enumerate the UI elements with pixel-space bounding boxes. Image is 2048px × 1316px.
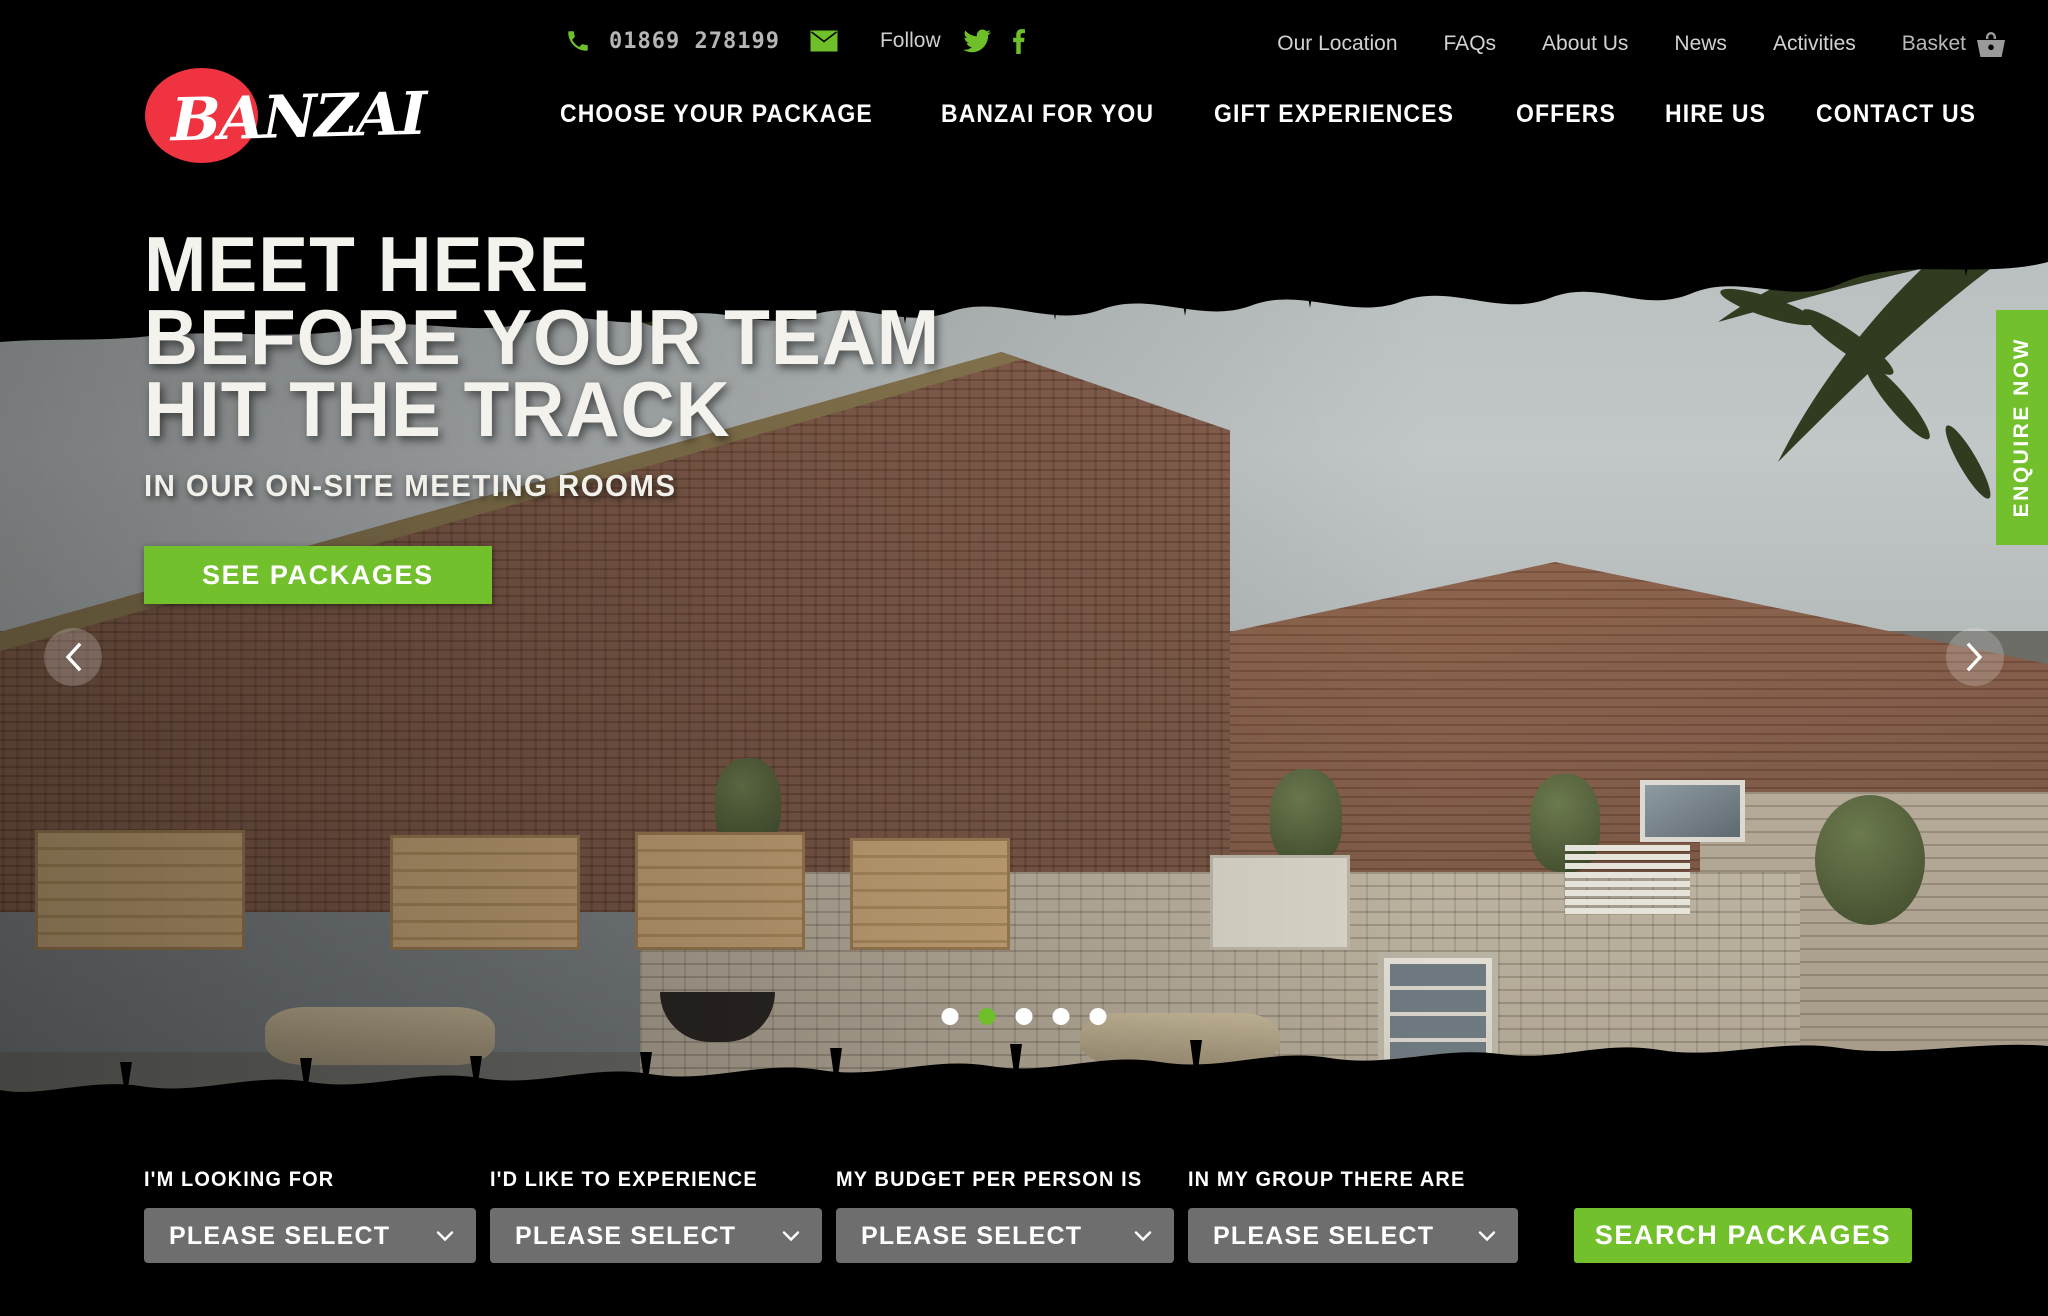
search-packages-button[interactable]: SEARCH PACKAGES xyxy=(1574,1208,1912,1263)
carousel-dot-3[interactable] xyxy=(1015,1008,1033,1025)
see-packages-button[interactable]: SEE PACKAGES xyxy=(144,545,492,604)
carousel-next-button[interactable] xyxy=(1946,628,2004,686)
hero-content: MEET HERE BEFORE YOUR TEAM HIT THE TRACK… xyxy=(144,220,973,604)
topnav-item-our-location[interactable]: Our Location xyxy=(1254,32,1420,56)
carousel-dot-4[interactable] xyxy=(1052,1008,1070,1025)
label-looking-for: I'M LOOKING FOR xyxy=(144,1168,335,1191)
select-wrap-group-size: PLEASE SELECT xyxy=(1188,1208,1518,1263)
carousel-dot-5[interactable] xyxy=(1089,1008,1107,1025)
phone-icon[interactable] xyxy=(565,28,591,54)
page-root: 01869 278199 Follow Our Location FAQs Ab… xyxy=(0,0,2048,1316)
nav-item-hire-us[interactable]: HIRE US xyxy=(1665,100,1766,129)
carousel-dot-2[interactable] xyxy=(978,1008,996,1025)
search-fields: I'M LOOKING FOR PLEASE SELECT I'D LIKE T… xyxy=(144,1168,1912,1263)
hero-headline-line-3: HIT THE TRACK xyxy=(144,365,731,454)
facebook-icon[interactable] xyxy=(1011,28,1025,54)
nav-item-gift-experiences[interactable]: GIFT EXPERIENCES xyxy=(1214,100,1454,129)
contact-group: 01869 278199 Follow xyxy=(565,28,1025,54)
select-wrap-experience: PLEASE SELECT xyxy=(490,1208,822,1263)
logo[interactable]: BANZAI xyxy=(145,68,425,163)
hero-headline-line-2: BEFORE YOUR TEAM xyxy=(144,292,941,381)
topnav-item-basket[interactable]: Basket xyxy=(1879,32,1976,56)
label-experience: I'D LIKE TO EXPERIENCE xyxy=(490,1168,758,1191)
nav-item-offers[interactable]: OFFERS xyxy=(1516,100,1616,129)
nav-item-contact-us[interactable]: CONTACT US xyxy=(1816,100,1976,129)
field-experience: I'D LIKE TO EXPERIENCE PLEASE SELECT xyxy=(490,1168,822,1263)
field-group-size: IN MY GROUP THERE ARE PLEASE SELECT xyxy=(1188,1168,1518,1263)
hero-headline: MEET HERE BEFORE YOUR TEAM HIT THE TRACK xyxy=(144,220,941,454)
follow-label: Follow xyxy=(879,29,941,52)
basket-icon[interactable] xyxy=(1976,30,2006,58)
chevron-right-icon xyxy=(1966,642,1983,672)
label-group-size: IN MY GROUP THERE ARE xyxy=(1188,1168,1466,1191)
enquire-now-label: ENQUIRE NOW xyxy=(2010,337,2033,518)
select-group-size[interactable]: PLEASE SELECT xyxy=(1188,1208,1518,1263)
topnav-item-news[interactable]: News xyxy=(1651,32,1750,56)
label-budget: MY BUDGET PER PERSON IS xyxy=(836,1168,1143,1191)
select-wrap-budget: PLEASE SELECT xyxy=(836,1208,1174,1263)
topnav-item-faqs[interactable]: FAQs xyxy=(1421,32,1520,56)
top-bar: 01869 278199 Follow Our Location FAQs Ab… xyxy=(0,0,2048,163)
topnav-item-activities[interactable]: Activities xyxy=(1750,32,1879,56)
twitter-icon[interactable] xyxy=(962,29,991,53)
nav-item-banzai-for-you[interactable]: BANZAI FOR YOU xyxy=(941,100,1154,129)
hero-headline-line-1: MEET HERE xyxy=(144,220,590,308)
select-wrap-looking-for: PLEASE SELECT xyxy=(144,1208,476,1263)
logo-text: BANZAI xyxy=(171,78,426,155)
select-budget[interactable]: PLEASE SELECT xyxy=(836,1208,1174,1263)
main-navigation: CHOOSE YOUR PACKAGE BANZAI FOR YOU GIFT … xyxy=(560,100,1990,129)
top-navigation: Our Location FAQs About Us News Activiti… xyxy=(1254,30,2028,58)
package-search-bar: I'M LOOKING FOR PLEASE SELECT I'D LIKE T… xyxy=(0,1156,2048,1316)
nav-item-choose-your-package[interactable]: CHOOSE YOUR PACKAGE xyxy=(560,100,873,129)
carousel-dots xyxy=(941,1008,1107,1025)
field-budget: MY BUDGET PER PERSON IS PLEASE SELECT xyxy=(836,1168,1174,1263)
chevron-left-icon xyxy=(65,642,82,672)
phone-number[interactable]: 01869 278199 xyxy=(609,29,780,54)
carousel-dot-1[interactable] xyxy=(941,1008,959,1025)
email-icon[interactable] xyxy=(810,30,838,52)
hero-subheadline: IN OUR ON-SITE MEETING ROOMS xyxy=(144,467,677,503)
carousel-prev-button[interactable] xyxy=(44,628,102,686)
select-looking-for[interactable]: PLEASE SELECT xyxy=(144,1208,476,1263)
enquire-now-tab[interactable]: ENQUIRE NOW xyxy=(1996,310,2048,545)
select-experience[interactable]: PLEASE SELECT xyxy=(490,1208,822,1263)
topnav-item-about-us[interactable]: About Us xyxy=(1519,32,1651,56)
field-looking-for: I'M LOOKING FOR PLEASE SELECT xyxy=(144,1168,476,1263)
